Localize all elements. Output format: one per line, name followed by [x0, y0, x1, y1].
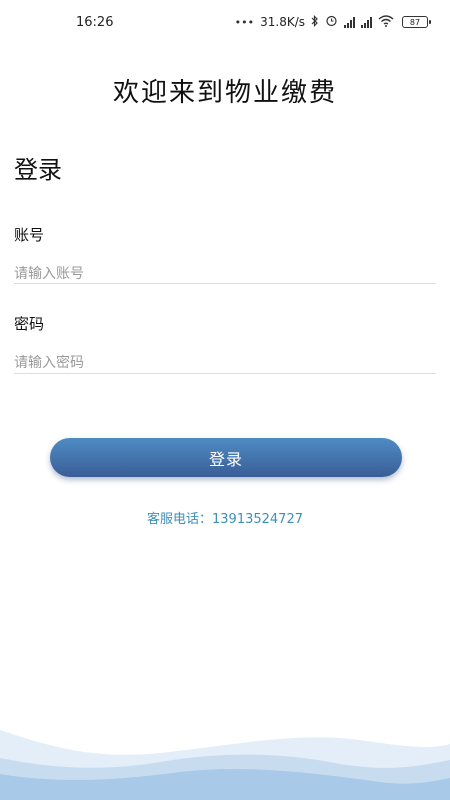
- alarm-icon: [325, 14, 338, 30]
- status-bar: 16:26 ••• 31.8K/s 87: [0, 0, 450, 44]
- password-field: 密码: [14, 313, 436, 378]
- login-heading: 登录: [14, 156, 62, 184]
- account-label: 账号: [14, 226, 45, 244]
- dots-icon: •••: [234, 15, 255, 29]
- status-time: 16:26: [76, 14, 114, 30]
- bluetooth-icon: [311, 14, 319, 30]
- decorative-waves: [0, 730, 450, 800]
- network-speed: 31.8K/s: [260, 15, 305, 29]
- signal-hd-icon: [344, 16, 355, 28]
- battery-level: 87: [409, 17, 421, 27]
- password-input[interactable]: [14, 348, 436, 378]
- customer-service-phone[interactable]: 13913524727: [212, 512, 303, 527]
- welcome-title: 欢迎来到物业缴费: [112, 78, 337, 108]
- signal-hd-icon: [361, 16, 372, 28]
- password-label: 密码: [14, 315, 45, 333]
- customer-service-label: 客服电话：: [147, 512, 213, 527]
- customer-service-line[interactable]: 客服电话：13913524727: [0, 508, 450, 527]
- battery-icon: 87: [402, 16, 431, 28]
- account-input[interactable]: [14, 259, 436, 289]
- status-icons: ••• 31.8K/s 87: [234, 14, 431, 30]
- login-button[interactable]: 登录: [50, 438, 402, 477]
- wifi-icon: [378, 14, 394, 30]
- account-field: 账号: [14, 224, 436, 289]
